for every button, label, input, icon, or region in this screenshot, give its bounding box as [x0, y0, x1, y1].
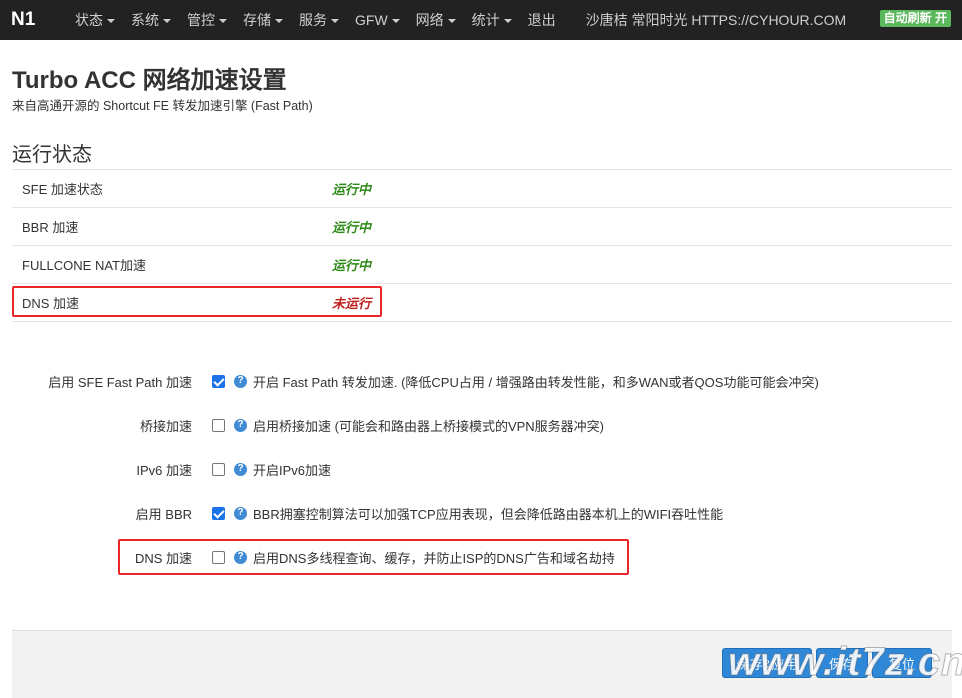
option-description: 启用桥接加速 (可能会和路由器上桥接模式的VPN服务器冲突) — [253, 418, 605, 434]
chevron-down-icon — [163, 19, 171, 23]
status-label: SFE 加速状态 — [22, 182, 103, 197]
brand-logo[interactable]: N1 — [11, 9, 67, 31]
chevron-down-icon — [447, 19, 456, 23]
hostname-label: 沙唐桔 常阳时光 HTTPS://CYHOUR.COM — [585, 12, 847, 28]
auto-refresh-toggle[interactable]: 自动刷新 开 — [879, 10, 951, 27]
chevron-down-icon — [331, 19, 339, 23]
section-title-status: 运行状态 — [12, 144, 92, 166]
option-label: 启用 SFE Fast Path 加速 — [48, 374, 192, 390]
checkbox-bbr[interactable] — [212, 506, 225, 520]
highlight-box-dns-option — [118, 539, 629, 575]
option-label: 启用 BBR — [135, 506, 192, 522]
option-row-ipv6: IPv6 加速 ? 开启IPv6加速 — [0, 458, 962, 480]
menu-item-statistics[interactable]: 统计 — [464, 0, 520, 40]
option-label: IPv6 加速 — [136, 462, 192, 478]
chevron-down-icon — [219, 19, 227, 23]
question-icon: ? — [234, 418, 247, 432]
question-icon: ? — [234, 374, 247, 388]
top-navbar: N1 状态 系统 管控 存储 服务 GFW 网络 统计 退出 沙唐桔 常阳时光 … — [0, 0, 962, 40]
status-value: 运行中 — [332, 220, 372, 235]
menu-item-gfw[interactable]: GFW — [347, 0, 408, 40]
main-menu: 状态 系统 管控 存储 服务 GFW 网络 统计 退出 — [67, 0, 564, 40]
menu-item-logout[interactable]: 退出 — [520, 0, 564, 40]
option-row-bridge: 桥接加速 ? 启用桥接加速 (可能会和路由器上桥接模式的VPN服务器冲突) — [0, 414, 962, 436]
menu-item-storage[interactable]: 存储 — [235, 0, 291, 40]
reset-button[interactable]: 复位 — [872, 648, 932, 678]
status-row-fullcone-nat: FULLCONE NAT加速 运行中 — [12, 246, 952, 284]
status-label: FULLCONE NAT加速 — [22, 258, 146, 273]
status-label: BBR 加速 — [22, 220, 79, 235]
status-value: 运行中 — [332, 182, 372, 197]
menu-item-control[interactable]: 管控 — [179, 0, 235, 40]
save-apply-button[interactable]: 保存&应用 — [722, 648, 812, 678]
option-description: 开启IPv6加速 — [253, 462, 332, 478]
highlight-box-dns-status — [12, 286, 382, 317]
status-row-bbr: BBR 加速 运行中 — [12, 208, 952, 246]
option-row-sfe-fastpath: 启用 SFE Fast Path 加速 ? 开启 Fast Path 转发加速.… — [0, 370, 962, 392]
menu-item-network[interactable]: 网络 — [408, 0, 464, 40]
checkbox-sfe-fastpath[interactable] — [212, 374, 225, 388]
option-description: 开启 Fast Path 转发加速. (降低CPU占用 / 增强路由转发性能，和… — [253, 374, 819, 390]
question-icon: ? — [234, 462, 247, 476]
option-row-bbr: 启用 BBR ? BBR拥塞控制算法可以加强TCP应用表现，但会降低路由器本机上… — [0, 502, 962, 524]
page-title: Turbo ACC 网络加速设置 — [12, 67, 287, 94]
chevron-down-icon — [503, 19, 512, 23]
status-row-sfe: SFE 加速状态 运行中 — [12, 170, 952, 208]
menu-item-services[interactable]: 服务 — [291, 0, 347, 40]
question-icon: ? — [234, 506, 247, 520]
menu-item-system[interactable]: 系统 — [123, 0, 179, 40]
status-value: 运行中 — [332, 258, 372, 273]
chevron-down-icon — [107, 19, 115, 23]
option-description: BBR拥塞控制算法可以加强TCP应用表现，但会降低路由器本机上的WIFI吞吐性能 — [253, 506, 724, 522]
chevron-down-icon — [275, 19, 283, 23]
checkbox-bridge-accel[interactable] — [212, 418, 225, 432]
menu-item-status[interactable]: 状态 — [67, 0, 123, 40]
option-label: 桥接加速 — [139, 418, 192, 434]
page-description: 来自高通开源的 Shortcut FE 转发加速引擎 (Fast Path) — [12, 99, 313, 113]
save-button[interactable]: 保存 — [816, 648, 868, 678]
checkbox-ipv6-accel[interactable] — [212, 462, 225, 476]
chevron-down-icon — [391, 19, 400, 23]
